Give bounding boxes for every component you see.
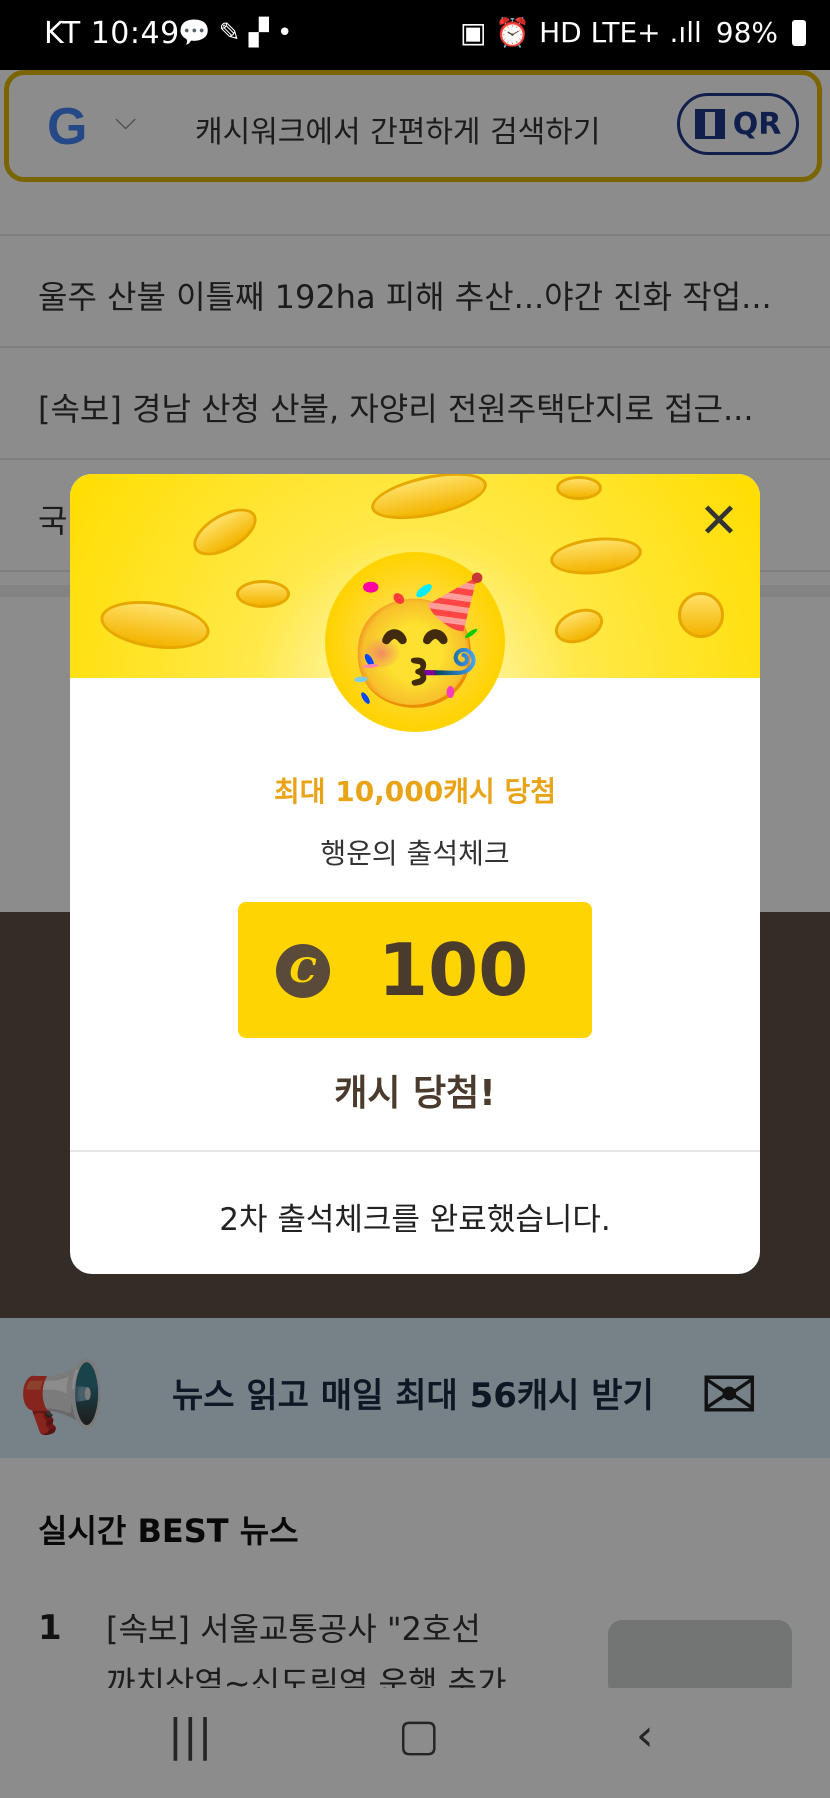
prize-amount: 100 — [378, 928, 529, 1012]
coin-icon — [550, 602, 608, 650]
prize-box: C 100 — [238, 902, 592, 1038]
won-text: 캐시 당첨! — [334, 1073, 496, 1114]
battery-icon — [792, 19, 806, 46]
system-status-icons: ▣ ⏰ HD LTE+ .ıll — [459, 16, 702, 49]
coin-icon — [556, 476, 602, 500]
divider — [70, 1150, 760, 1152]
completion-message[interactable]: 2차 출석체크를 완료했습니다. — [70, 1194, 760, 1239]
max-reward-subtitle: 최대 10,000캐시 당첨 — [273, 775, 557, 808]
modal-title: 행운의 출석체크 — [320, 837, 510, 870]
coin-icon — [97, 594, 213, 656]
close-icon[interactable]: ✕ — [694, 497, 744, 548]
coin-icon — [548, 533, 644, 579]
system-icons: ▣ ⏰ HD LTE+ .ıll 98% — [460, 16, 806, 49]
status-bar: KT 10:49 💬 ✎ ▞ • ▣ ⏰ HD LTE+ .ıll 98% — [0, 0, 830, 70]
battery-percent: 98% — [715, 16, 778, 49]
attendance-reward-modal: 🥳 ✕ 최대 10,000캐시 당첨 행운의 출석체크 C 100 캐시 당첨!… — [70, 474, 760, 1274]
coin-icon — [367, 474, 491, 528]
status-time: KT 10:49 — [44, 16, 180, 51]
coin-icon — [185, 498, 265, 566]
notification-icons: 💬 ✎ ▞ • — [178, 18, 293, 48]
cash-coin-icon: C — [276, 944, 330, 998]
coin-icon — [236, 580, 290, 608]
party-emoji-icon: 🥳 — [325, 552, 505, 732]
coin-icon — [678, 592, 724, 638]
